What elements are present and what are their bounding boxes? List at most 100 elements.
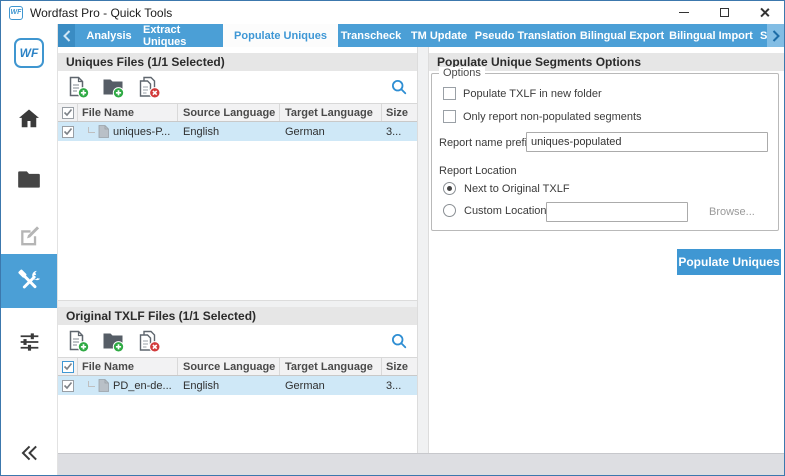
txlf-col-size[interactable]: Size — [382, 358, 417, 375]
remove-files-icon — [136, 329, 161, 353]
txlf-select-all-checkbox[interactable] — [58, 358, 78, 375]
status-bar — [58, 453, 784, 475]
uniques-col-source-language[interactable]: Source Language — [178, 104, 280, 121]
sidebar: WF — [1, 24, 58, 475]
maximize-button[interactable] — [704, 1, 744, 24]
file-icon — [98, 125, 109, 138]
custom-location-input[interactable] — [546, 202, 688, 222]
populate-new-folder-option[interactable]: Populate TXLF in new folder — [443, 87, 602, 100]
browse-button[interactable]: Browse... — [709, 206, 755, 218]
tab-analysis[interactable]: Analysis — [75, 24, 143, 47]
tab-populate-uniques[interactable]: Populate Uniques — [223, 24, 338, 47]
txlf-search-button[interactable] — [389, 331, 409, 351]
add-folder-icon — [101, 329, 125, 353]
tab-tm-update[interactable]: TM Update — [404, 24, 474, 47]
uniques-files-toolbar — [58, 71, 417, 103]
next-to-original-label: Next to Original TXLF — [464, 183, 570, 195]
only-report-non-populated-label: Only report non-populated segments — [463, 111, 642, 123]
sidebar-item-quick-tools[interactable] — [1, 254, 57, 308]
txlf-row-checkbox[interactable] — [58, 376, 78, 395]
sidebar-item-editor[interactable] — [1, 218, 57, 252]
tab-pseudo-translation[interactable]: Pseudo Translation — [474, 24, 577, 47]
home-icon — [16, 106, 42, 132]
uniques-table-header: File Name Source Language Target Languag… — [58, 103, 417, 122]
sidebar-item-home[interactable] — [1, 102, 57, 136]
uniques-col-file-name[interactable]: File Name — [78, 104, 178, 121]
sidebar-item-preferences[interactable] — [1, 324, 57, 358]
add-folder-button[interactable] — [100, 328, 126, 354]
report-location-label: Report Location — [439, 165, 517, 177]
folder-icon — [16, 166, 42, 192]
sidebar-item-logo[interactable]: WF — [1, 36, 57, 70]
only-report-non-populated-option[interactable]: Only report non-populated segments — [443, 110, 642, 123]
sidebar-item-files[interactable] — [1, 162, 57, 196]
search-icon — [391, 79, 407, 95]
app-logo-icon: WF — [9, 6, 23, 20]
txlf-col-target-language[interactable]: Target Language — [280, 358, 382, 375]
txlf-col-file-name[interactable]: File Name — [78, 358, 178, 375]
app-window: WF Wordfast Pro - Quick Tools Analysis E… — [0, 0, 785, 476]
column-splitter[interactable] — [417, 47, 429, 453]
titlebar: WF Wordfast Pro - Quick Tools — [1, 1, 784, 24]
add-file-button[interactable] — [65, 74, 91, 100]
uniques-col-target-language[interactable]: Target Language — [280, 104, 382, 121]
remove-files-button[interactable] — [135, 328, 161, 354]
add-file-icon — [66, 75, 90, 99]
options-group-legend: Options — [439, 67, 485, 79]
txlf-table-header: File Name Source Language Target Languag… — [58, 357, 417, 376]
txlf-row-source: English — [178, 376, 280, 395]
tab-scroll-left-button[interactable] — [58, 24, 75, 47]
edit-icon — [17, 223, 42, 248]
report-name-prefix-input[interactable] — [526, 132, 768, 152]
sidebar-collapse-button[interactable] — [1, 436, 57, 470]
uniques-row-target: German — [280, 122, 382, 141]
tab-bilingual-import[interactable]: Bilingual Import — [667, 24, 755, 47]
populate-uniques-button[interactable]: Populate Uniques — [677, 249, 781, 275]
add-folder-button[interactable] — [100, 74, 126, 100]
custom-location-option[interactable]: Custom Location: — [443, 204, 550, 217]
tab-transcheck[interactable]: Transcheck — [338, 24, 404, 47]
populate-new-folder-label: Populate TXLF in new folder — [463, 88, 602, 100]
uniques-row-file-name: uniques-P... — [113, 126, 170, 138]
tab-partial[interactable]: S — [755, 24, 767, 47]
txlf-table-row[interactable]: PD_en-de... English German 3... — [58, 376, 417, 395]
radio-unselected-icon[interactable] — [443, 204, 456, 217]
chevron-left-icon — [63, 30, 71, 42]
radio-selected-icon[interactable] — [443, 182, 456, 195]
window-controls — [664, 1, 784, 24]
file-icon — [98, 379, 109, 392]
next-to-original-option[interactable]: Next to Original TXLF — [443, 182, 570, 195]
add-file-icon — [66, 329, 90, 353]
tab-bilingual-export[interactable]: Bilingual Export — [577, 24, 667, 47]
txlf-row-file-name: PD_en-de... — [113, 380, 172, 392]
sliders-icon — [17, 329, 42, 354]
uniques-col-size[interactable]: Size — [382, 104, 417, 121]
uniques-table-row[interactable]: uniques-P... English German 3... — [58, 122, 417, 141]
tab-extract-uniques[interactable]: Extract Uniques — [143, 24, 223, 47]
tree-elbow-icon — [88, 127, 95, 133]
uniques-row-checkbox[interactable] — [58, 122, 78, 141]
search-icon — [391, 333, 407, 349]
uniques-search-button[interactable] — [389, 77, 409, 97]
txlf-row-size: 3... — [382, 376, 417, 395]
window-title: Wordfast Pro - Quick Tools — [30, 6, 172, 20]
checkbox-unchecked-icon[interactable] — [443, 87, 456, 100]
tab-scroll-right-button[interactable] — [767, 24, 784, 47]
tools-icon — [16, 268, 43, 295]
panel-splitter-horizontal[interactable] — [58, 300, 417, 307]
uniques-files-panel-header: Uniques Files (1/1 Selected) — [58, 53, 417, 71]
close-button[interactable] — [744, 1, 784, 24]
options-panel: Populate Unique Segments Options Options… — [429, 47, 784, 453]
main-area: Uniques Files (1/1 Selected) — [58, 47, 784, 453]
uniques-select-all-checkbox[interactable] — [58, 104, 78, 121]
remove-files-icon — [136, 75, 161, 99]
add-folder-icon — [101, 75, 125, 99]
add-file-button[interactable] — [65, 328, 91, 354]
checkbox-unchecked-icon[interactable] — [443, 110, 456, 123]
remove-files-button[interactable] — [135, 74, 161, 100]
txlf-col-source-language[interactable]: Source Language — [178, 358, 280, 375]
minimize-button[interactable] — [664, 1, 704, 24]
uniques-files-panel-title: Uniques Files (1/1 Selected) — [66, 55, 225, 69]
tab-bar: Analysis Extract Uniques Populate Unique… — [58, 24, 784, 47]
file-lists-column: Uniques Files (1/1 Selected) — [58, 47, 417, 453]
